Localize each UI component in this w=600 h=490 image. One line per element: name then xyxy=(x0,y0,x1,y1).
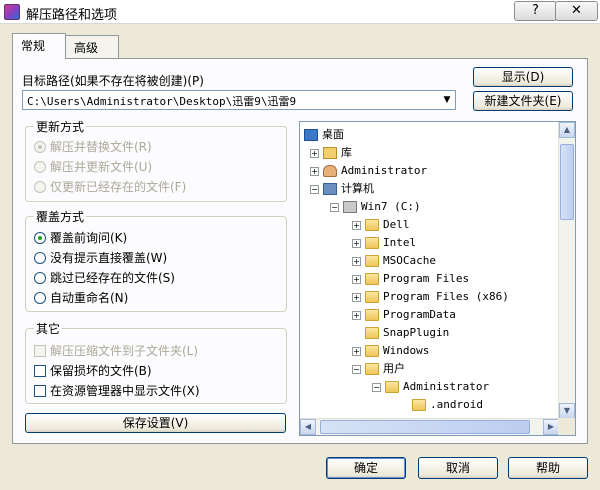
tree-node-administrator[interactable]: + Administrator xyxy=(310,162,427,180)
overwrite-option-no-prompt[interactable]: 没有提示直接覆盖(W) xyxy=(34,249,167,265)
radio-icon xyxy=(34,140,46,153)
user-icon xyxy=(323,165,337,177)
folder-icon xyxy=(385,381,399,393)
scroll-up-icon[interactable]: ▲ xyxy=(559,122,575,138)
folder-icon xyxy=(365,363,379,375)
save-settings-button[interactable]: 保存设置(V) xyxy=(25,413,286,433)
expand-plus-icon[interactable]: + xyxy=(310,148,319,158)
radio-icon xyxy=(34,160,46,173)
chevron-down-icon[interactable]: ▼ xyxy=(439,91,455,109)
folder-icon xyxy=(365,309,379,321)
tree-node-users-administrator[interactable]: − Administrator xyxy=(372,378,489,396)
radio-icon xyxy=(34,251,46,264)
tree-node-computer[interactable]: − 计算机 xyxy=(310,180,374,198)
misc-title: 其它 xyxy=(34,320,63,337)
overwrite-option-rename[interactable]: 自动重命名(N) xyxy=(34,289,128,305)
tree-node-android[interactable]: .android xyxy=(412,396,483,414)
cancel-button[interactable]: 取消 xyxy=(418,457,498,479)
tab-general[interactable]: 常规 xyxy=(12,33,66,59)
radio-icon xyxy=(34,180,46,193)
vertical-scroll-thumb[interactable] xyxy=(560,144,574,220)
target-path-value: C:\Users\Administrator\Desktop\迅雷9\迅雷9 xyxy=(27,95,297,108)
tree-node-windows[interactable]: + Windows xyxy=(352,342,429,360)
radio-icon xyxy=(34,231,46,244)
folder-icon xyxy=(365,327,379,339)
show-button[interactable]: 显示(D) xyxy=(473,67,573,87)
misc-option-subfolder[interactable]: 解压压缩文件到子文件夹(L) xyxy=(34,342,198,358)
help-button[interactable]: 帮助 xyxy=(508,457,588,479)
tree-node-intel[interactable]: + Intel xyxy=(352,234,416,252)
computer-icon xyxy=(323,183,337,195)
winrar-app-icon xyxy=(4,4,20,20)
scrollbar-corner xyxy=(558,418,575,435)
scroll-left-icon[interactable]: ◀ xyxy=(300,419,316,435)
expand-plus-icon[interactable]: + xyxy=(352,220,361,230)
tree-node-library[interactable]: + 库 xyxy=(310,144,352,162)
radio-icon xyxy=(34,291,46,304)
folder-icon xyxy=(365,237,379,249)
radio-icon xyxy=(34,271,46,284)
close-button[interactable]: ✕ xyxy=(555,1,598,21)
target-path-combo[interactable]: C:\Users\Administrator\Desktop\迅雷9\迅雷9 ▼ xyxy=(22,90,456,110)
update-option-replace[interactable]: 解压并替换文件(R) xyxy=(34,138,152,154)
collapse-minus-icon[interactable]: − xyxy=(372,382,381,392)
tree-horizontal-scrollbar[interactable]: ◀ ▶ xyxy=(300,418,559,435)
expand-plus-icon[interactable]: + xyxy=(310,166,319,176)
tree-vertical-scrollbar[interactable]: ▲ ▼ xyxy=(558,122,575,419)
horizontal-scroll-thumb[interactable] xyxy=(320,420,530,434)
expand-plus-icon[interactable]: + xyxy=(352,310,361,320)
window-title: 解压路径和选项 xyxy=(26,8,118,23)
collapse-minus-icon[interactable]: − xyxy=(310,184,319,194)
scroll-right-icon[interactable]: ▶ xyxy=(543,419,559,435)
desktop-icon xyxy=(304,129,318,141)
library-icon xyxy=(323,147,337,159)
checkbox-icon xyxy=(34,344,46,357)
tab-advanced[interactable]: 高级 xyxy=(65,35,119,59)
expand-plus-icon[interactable]: + xyxy=(352,274,361,284)
tree-node-program-files[interactable]: + Program Files xyxy=(352,270,469,288)
checkbox-icon xyxy=(34,364,46,377)
drive-icon xyxy=(343,201,357,213)
update-option-update[interactable]: 解压并更新文件(U) xyxy=(34,158,152,174)
folder-icon xyxy=(365,291,379,303)
tree-node-desktop[interactable]: 桌面 xyxy=(304,126,344,144)
tree-node-users[interactable]: − 用户 xyxy=(352,360,405,378)
misc-option-show-in-explorer[interactable]: 在资源管理器中显示文件(X) xyxy=(34,382,200,398)
tree-node-drive-c[interactable]: − Win7 (C:) xyxy=(330,198,421,216)
collapse-minus-icon[interactable]: − xyxy=(352,364,361,374)
scroll-down-icon[interactable]: ▼ xyxy=(559,403,575,419)
folder-icon xyxy=(365,219,379,231)
tree-node-programdata[interactable]: + ProgramData xyxy=(352,306,456,324)
misc-option-keep-broken[interactable]: 保留损坏的文件(B) xyxy=(34,362,152,378)
folder-tree[interactable]: 桌面 + 库 + Administrator − 计算机 − Win7 (C:) + De… xyxy=(299,121,576,436)
expand-plus-icon[interactable]: + xyxy=(352,292,361,302)
update-option-existing-only[interactable]: 仅更新已经存在的文件(F) xyxy=(34,178,186,194)
expand-plus-icon[interactable]: + xyxy=(352,346,361,356)
overwrite-option-ask[interactable]: 覆盖前询问(K) xyxy=(34,229,127,245)
folder-icon xyxy=(412,399,426,411)
expand-plus-icon[interactable]: + xyxy=(352,256,361,266)
tree-node-msocache[interactable]: + MSOCache xyxy=(352,252,436,270)
expand-plus-icon[interactable]: + xyxy=(352,238,361,248)
new-folder-button[interactable]: 新建文件夹(E) xyxy=(473,91,573,111)
update-mode-title: 更新方式 xyxy=(34,118,87,135)
checkbox-icon xyxy=(34,384,46,397)
target-path-label: 目标路径(如果不存在将被创建)(P) xyxy=(22,74,204,88)
folder-icon xyxy=(365,345,379,357)
ok-button[interactable]: 确定 xyxy=(326,457,406,479)
tree-node-snapplugin[interactable]: SnapPlugin xyxy=(365,324,449,342)
help-title-button[interactable]: ? xyxy=(514,1,557,21)
folder-icon xyxy=(365,273,379,285)
collapse-minus-icon[interactable]: − xyxy=(330,202,339,212)
title-bar: 解压路径和选项 ? ✕ xyxy=(0,0,600,24)
tree-node-dell[interactable]: + Dell xyxy=(352,216,410,234)
folder-icon xyxy=(365,255,379,267)
tree-node-program-files-x86[interactable]: + Program Files (x86) xyxy=(352,288,509,306)
overwrite-mode-title: 覆盖方式 xyxy=(34,208,87,225)
overwrite-option-skip[interactable]: 跳过已经存在的文件(S) xyxy=(34,269,175,285)
